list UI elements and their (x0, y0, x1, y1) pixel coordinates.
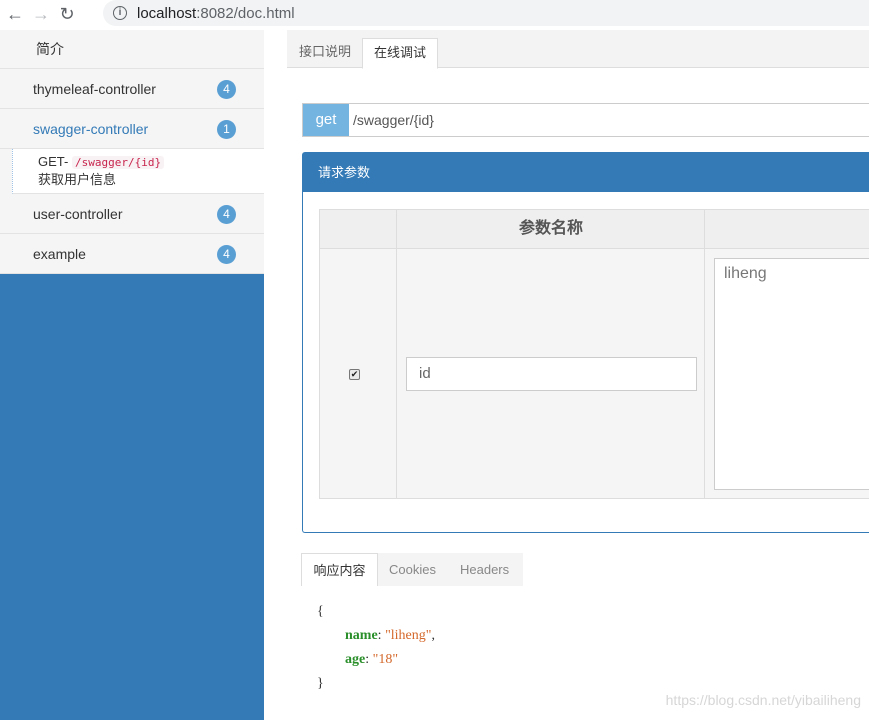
sidebar-item-thymeleaf-controller[interactable]: thymeleaf-controller 4 (0, 69, 264, 109)
sidebar-item-user-controller[interactable]: user-controller 4 (0, 194, 264, 234)
sidebar-item-example[interactable]: example 4 (0, 234, 264, 274)
json-value: "liheng" (385, 628, 432, 643)
column-header-param-name: 参数名称 (518, 220, 583, 237)
table-header-cell (320, 210, 397, 248)
forward-arrow-icon[interactable]: → (28, 1, 54, 27)
url-host: localhost (137, 4, 197, 22)
sidebar-subitem-get-swagger-id[interactable]: GET- /swagger/{id} 获取用户信息 (12, 149, 264, 194)
watermark: https://blog.csdn.net/yibailiheng (665, 692, 861, 708)
address-bar[interactable]: i localhost:8082/doc.html (103, 0, 869, 26)
reload-icon[interactable]: ↻ (54, 1, 80, 27)
count-badge: 1 (217, 120, 236, 139)
tab-headers[interactable]: Headers (460, 553, 509, 586)
response-json: { name: "liheng", age: "18" } (317, 600, 435, 696)
sidebar-item-label: thymeleaf-controller (33, 80, 156, 97)
tab-response-content[interactable]: 响应内容 (301, 553, 378, 586)
params-panel: 请求参数 参数名称 ✔ id liheng (302, 152, 869, 533)
param-enable-checkbox[interactable]: ✔ (349, 369, 360, 380)
browser-toolbar: ← → ↻ i localhost:8082/doc.html (0, 0, 869, 28)
request-url-bar: get /swagger/{id} (302, 103, 869, 137)
endpoint-path: /swagger/{id} (71, 156, 165, 169)
tab-cookies[interactable]: Cookies (389, 553, 436, 586)
json-separator: , (431, 628, 436, 643)
sidebar-menu: 简介 thymeleaf-controller 4 swagger-contro… (0, 30, 264, 274)
param-value-textarea[interactable]: liheng (714, 258, 869, 490)
json-key: name (345, 628, 378, 643)
json-brace-open: { (317, 604, 324, 619)
sidebar-item-label: swagger-controller (33, 120, 149, 137)
json-value: "18" (372, 652, 399, 667)
sidebar-item-label: user-controller (33, 205, 123, 222)
tab-bar: 接口说明 在线调试 (287, 30, 869, 69)
json-line: age: "18" (345, 652, 399, 667)
params-table: 参数名称 ✔ id liheng (319, 209, 869, 499)
count-badge: 4 (217, 245, 236, 264)
json-key: age (345, 652, 366, 667)
info-icon[interactable]: i (113, 6, 127, 20)
method-button[interactable]: get (303, 104, 349, 136)
method-label: GET- (38, 154, 69, 169)
params-panel-title: 请求参数 (303, 153, 869, 192)
url-path: :8082/doc.html (196, 4, 295, 22)
count-badge: 4 (217, 80, 236, 99)
count-badge: 4 (217, 205, 236, 224)
sidebar-item-label: 简介 (36, 41, 64, 57)
main-content: 接口说明 在线调试 get /swagger/{id} 请求参数 参数名称 ✔ … (287, 30, 869, 720)
param-name-input[interactable]: id (406, 357, 697, 391)
table-divider (397, 210, 705, 498)
request-path-input[interactable]: /swagger/{id} (353, 104, 434, 136)
sidebar: 简介 thymeleaf-controller 4 swagger-contro… (0, 30, 264, 720)
table-divider (320, 210, 397, 498)
sidebar-item-swagger-controller[interactable]: swagger-controller 1 (0, 109, 264, 149)
endpoint-description: 获取用户信息 (38, 172, 117, 187)
sidebar-item-label: example (33, 245, 86, 262)
json-line: name: "liheng", (345, 628, 436, 643)
tab-debug[interactable]: 在线调试 (362, 38, 439, 69)
tab-doc[interactable]: 接口说明 (288, 38, 362, 68)
response-tab-bar: 响应内容 Cookies Headers (301, 553, 523, 586)
json-brace-close: } (317, 676, 324, 691)
sidebar-item-intro[interactable]: 简介 (0, 30, 264, 69)
back-arrow-icon[interactable]: ← (2, 1, 28, 27)
